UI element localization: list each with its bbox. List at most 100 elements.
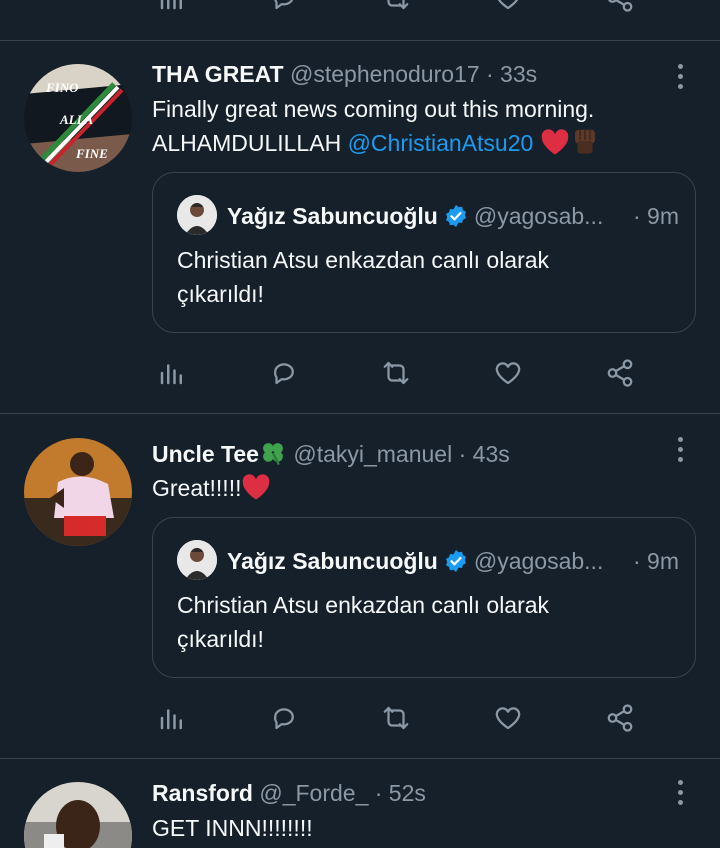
mention-link[interactable]: @ChristianAtsu20 <box>348 130 534 156</box>
more-button[interactable] <box>668 429 692 469</box>
like-button[interactable] <box>488 0 528 18</box>
divider <box>0 758 720 759</box>
timestamp[interactable]: · 43s <box>459 441 510 467</box>
retweet-button[interactable] <box>376 353 416 393</box>
display-name[interactable]: THA GREAT <box>152 61 284 87</box>
tweet-text-prefix: ALHAMDULILLAH <box>152 130 348 156</box>
share-icon <box>607 359 633 387</box>
more-icon <box>677 63 683 69</box>
tweet-actions <box>0 698 720 738</box>
verified-icon <box>445 550 466 572</box>
tweet[interactable]: Uncle Tee @takyi_manuel · 43s Great!!!!!… <box>0 436 720 758</box>
avatar[interactable] <box>24 438 132 546</box>
analytics-icon <box>160 709 182 730</box>
more-icon-dot <box>677 789 683 795</box>
reply-icon <box>274 708 294 730</box>
retweet-icon <box>383 361 409 385</box>
share-button[interactable] <box>600 698 640 738</box>
tweet-header: Uncle Tee @takyi_manuel · 43s <box>152 437 510 471</box>
avatar[interactable] <box>24 782 132 848</box>
display-name[interactable]: Uncle Tee <box>152 441 259 467</box>
tweet-text-line: ALHAMDULILLAH @ChristianAtsu20 <box>152 126 692 160</box>
retweet-button[interactable] <box>376 0 416 18</box>
tweet-actions <box>0 353 720 393</box>
reply-button[interactable] <box>264 698 304 738</box>
quoted-timestamp[interactable]: · 9m <box>633 199 679 233</box>
more-button[interactable] <box>668 776 692 812</box>
avatar-image: FINO ALLA FINE <box>24 64 132 172</box>
share-icon <box>607 704 633 732</box>
more-icon <box>677 436 683 442</box>
quoted-text-line: çıkarıldı! <box>177 281 264 307</box>
display-name[interactable]: Ransford <box>152 780 253 806</box>
quoted-header: Yağız Sabuncuoğlu @yagosab... <box>227 544 683 578</box>
raised-fist-emoji-icon <box>574 129 595 154</box>
quoted-text-line: çıkarıldı! <box>177 626 264 652</box>
user-handle[interactable]: @stephenoduro17 <box>290 61 480 87</box>
retweet-button[interactable] <box>376 698 416 738</box>
tweet[interactable]: FINO ALLA FINE THA GREAT @stephenoduro17… <box>0 56 720 413</box>
share-button[interactable] <box>600 0 640 18</box>
tweet-text-line: Great!!!!! <box>152 475 242 501</box>
timestamp[interactable]: · 52s <box>375 780 426 806</box>
more-icon-dot <box>677 73 683 79</box>
quoted-display-name[interactable]: Yağız Sabuncuoğlu <box>227 548 438 574</box>
divider <box>0 413 720 414</box>
more-icon <box>677 779 683 785</box>
quoted-tweet[interactable]: Yağız Sabuncuoğlu @yagosab... · 9m Christ… <box>152 517 696 678</box>
tweet[interactable]: Ransford @_Forde_ · 52s GET INNN!!!!!!!! <box>0 776 720 848</box>
quoted-text-line: Christian Atsu enkazdan canlı olarak <box>177 247 550 273</box>
analytics-button[interactable] <box>152 353 192 393</box>
user-handle[interactable]: @takyi_manuel <box>293 441 452 467</box>
like-icon <box>495 707 521 730</box>
quoted-avatar-image <box>177 195 217 235</box>
tweet-text-line: Finally great news coming out this morni… <box>152 96 595 122</box>
divider <box>0 40 720 41</box>
tweet-actions <box>0 0 720 18</box>
retweet-icon <box>387 0 409 10</box>
reply-icon <box>274 363 294 385</box>
reply-button[interactable] <box>264 0 304 18</box>
avatar-text: FINE <box>75 146 108 161</box>
red-heart-emoji-icon <box>541 129 568 155</box>
more-icon-dot <box>677 83 683 89</box>
tweet-header: Ransford @_Forde_ · 52s <box>152 776 426 810</box>
analytics-button[interactable] <box>152 0 192 18</box>
reply-button[interactable] <box>264 353 304 393</box>
like-button[interactable] <box>488 353 528 393</box>
quoted-avatar[interactable] <box>177 195 217 235</box>
tweet-text: Great!!!!! <box>152 471 692 505</box>
like-button[interactable] <box>488 698 528 738</box>
red-heart-emoji-icon <box>243 474 270 500</box>
retweet-icon <box>383 706 409 730</box>
avatar-image <box>24 438 132 546</box>
like-icon <box>495 362 521 385</box>
verified-icon <box>445 205 466 227</box>
tweet-text: GET INNN!!!!!!!! <box>152 811 692 845</box>
quoted-handle[interactable]: @yagosab... <box>474 548 603 574</box>
quoted-display-name[interactable]: Yağız Sabuncuoğlu <box>227 203 438 229</box>
more-icon-dot <box>677 446 683 452</box>
four-leaf-clover-emoji-icon <box>263 443 283 466</box>
quoted-text: Christian Atsu enkazdan canlı olarak çık… <box>177 588 677 656</box>
quoted-text-line: Christian Atsu enkazdan canlı olarak <box>177 592 550 618</box>
user-handle[interactable]: @_Forde_ <box>259 780 368 806</box>
quoted-avatar[interactable] <box>177 540 217 580</box>
analytics-icon <box>160 364 182 385</box>
quoted-timestamp[interactable]: · 9m <box>633 544 679 578</box>
analytics-button[interactable] <box>152 698 192 738</box>
like-icon <box>497 0 519 10</box>
quoted-header: Yağız Sabuncuoğlu @yagosab... <box>227 199 683 233</box>
tweet-header: THA GREAT @stephenoduro17 · 33s <box>152 57 537 91</box>
quoted-handle[interactable]: @yagosab... <box>474 203 603 229</box>
quoted-avatar-image <box>177 540 217 580</box>
share-button[interactable] <box>600 353 640 393</box>
more-icon-dot <box>677 456 683 462</box>
quoted-text: Christian Atsu enkazdan canlı olarak çık… <box>177 243 677 311</box>
quoted-tweet[interactable]: Yağız Sabuncuoğlu @yagosab... · 9m Christ… <box>152 172 696 333</box>
tweet-text-line: GET INNN!!!!!!!! <box>152 815 313 841</box>
avatar[interactable]: FINO ALLA FINE <box>24 64 132 172</box>
more-button[interactable] <box>668 56 692 96</box>
timestamp[interactable]: · 33s <box>486 61 537 87</box>
avatar-image <box>24 782 132 848</box>
